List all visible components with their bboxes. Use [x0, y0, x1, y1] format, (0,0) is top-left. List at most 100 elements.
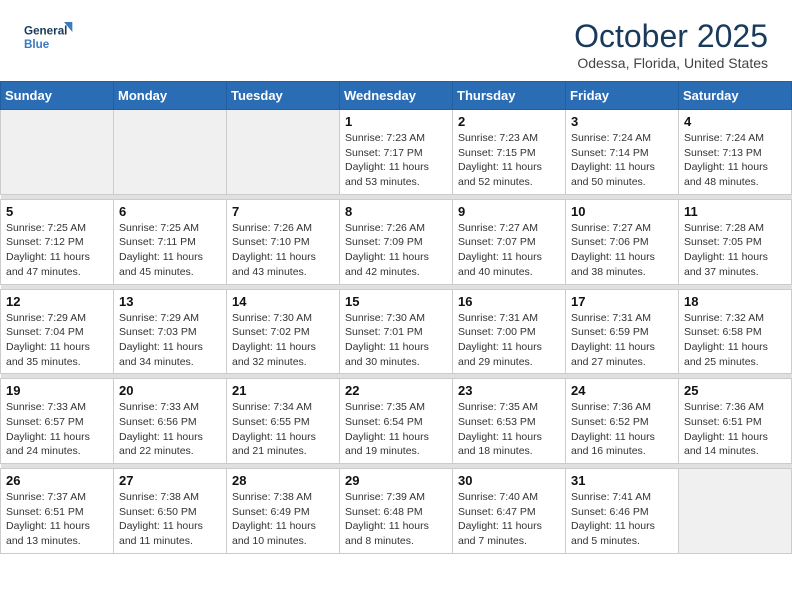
day-number: 9: [458, 204, 560, 219]
day-info: Sunrise: 7:25 AM Sunset: 7:12 PM Dayligh…: [6, 221, 108, 280]
week-row-4: 19 Sunrise: 7:33 AM Sunset: 6:57 PM Dayli…: [1, 379, 792, 464]
day-cell-10: 10 Sunrise: 7:27 AM Sunset: 7:06 PM Dayli…: [566, 199, 679, 284]
day-info: Sunrise: 7:27 AM Sunset: 7:06 PM Dayligh…: [571, 221, 673, 280]
day-cell-18: 18Sunrise: 7:32 AM Sunset: 6:58 PM Dayli…: [679, 289, 792, 374]
day-cell-21: 21Sunrise: 7:34 AM Sunset: 6:55 PM Dayli…: [227, 379, 340, 464]
day-info: Sunrise: 7:35 AM Sunset: 6:53 PM Dayligh…: [458, 400, 560, 459]
day-cell-9: 9 Sunrise: 7:27 AM Sunset: 7:07 PM Daylig…: [453, 199, 566, 284]
day-cell-20: 20 Sunrise: 7:33 AM Sunset: 6:56 PM Dayli…: [114, 379, 227, 464]
day-number: 16: [458, 294, 560, 309]
day-info: Sunrise: 7:24 AM Sunset: 7:14 PM Dayligh…: [571, 131, 673, 190]
empty-cell: [679, 469, 792, 554]
svg-text:General: General: [24, 25, 67, 38]
day-info: Sunrise: 7:23 AM Sunset: 7:17 PM Dayligh…: [345, 131, 447, 190]
day-number: 17: [571, 294, 673, 309]
day-number: 6: [119, 204, 221, 219]
header: General Blue October 2025 Odessa, Florid…: [0, 0, 792, 81]
location: Odessa, Florida, United States: [574, 55, 768, 71]
weekday-header-sunday: Sunday: [1, 82, 114, 110]
weekday-header-friday: Friday: [566, 82, 679, 110]
day-info: Sunrise: 7:40 AM Sunset: 6:47 PM Dayligh…: [458, 490, 560, 549]
day-number: 4: [684, 114, 786, 129]
day-number: 10: [571, 204, 673, 219]
weekday-header-monday: Monday: [114, 82, 227, 110]
day-info: Sunrise: 7:41 AM Sunset: 6:46 PM Dayligh…: [571, 490, 673, 549]
day-info: Sunrise: 7:33 AM Sunset: 6:56 PM Dayligh…: [119, 400, 221, 459]
day-info: Sunrise: 7:30 AM Sunset: 7:01 PM Dayligh…: [345, 311, 447, 370]
day-cell-17: 17 Sunrise: 7:31 AM Sunset: 6:59 PM Dayli…: [566, 289, 679, 374]
day-number: 3: [571, 114, 673, 129]
day-number: 11: [684, 204, 786, 219]
day-info: Sunrise: 7:29 AM Sunset: 7:04 PM Dayligh…: [6, 311, 108, 370]
weekday-header-row: SundayMondayTuesdayWednesdayThursdayFrid…: [1, 82, 792, 110]
month-title: October 2025: [574, 18, 768, 55]
weekday-header-thursday: Thursday: [453, 82, 566, 110]
svg-text:Blue: Blue: [24, 38, 50, 51]
day-number: 1: [345, 114, 447, 129]
day-number: 28: [232, 473, 334, 488]
day-number: 20: [119, 383, 221, 398]
week-row-5: 26 Sunrise: 7:37 AM Sunset: 6:51 PM Dayli…: [1, 469, 792, 554]
day-cell-14: 14 Sunrise: 7:30 AM Sunset: 7:02 PM Dayli…: [227, 289, 340, 374]
day-number: 14: [232, 294, 334, 309]
weekday-header-tuesday: Tuesday: [227, 82, 340, 110]
day-info: Sunrise: 7:30 AM Sunset: 7:02 PM Dayligh…: [232, 311, 334, 370]
title-block: October 2025 Odessa, Florida, United Sta…: [574, 18, 768, 71]
day-cell-22: 22 Sunrise: 7:35 AM Sunset: 6:54 PM Dayli…: [340, 379, 453, 464]
day-cell-26: 26 Sunrise: 7:37 AM Sunset: 6:51 PM Dayli…: [1, 469, 114, 554]
day-info: Sunrise: 7:37 AM Sunset: 6:51 PM Dayligh…: [6, 490, 108, 549]
day-number: 22: [345, 383, 447, 398]
day-info: Sunrise: 7:39 AM Sunset: 6:48 PM Dayligh…: [345, 490, 447, 549]
day-info: Sunrise: 7:25 AM Sunset: 7:11 PM Dayligh…: [119, 221, 221, 280]
day-info: Sunrise: 7:38 AM Sunset: 6:50 PM Dayligh…: [119, 490, 221, 549]
day-info: Sunrise: 7:31 AM Sunset: 7:00 PM Dayligh…: [458, 311, 560, 370]
day-info: Sunrise: 7:28 AM Sunset: 7:05 PM Dayligh…: [684, 221, 786, 280]
day-info: Sunrise: 7:33 AM Sunset: 6:57 PM Dayligh…: [6, 400, 108, 459]
weekday-header-saturday: Saturday: [679, 82, 792, 110]
day-cell-28: 28 Sunrise: 7:38 AM Sunset: 6:49 PM Dayli…: [227, 469, 340, 554]
day-number: 18: [684, 294, 786, 309]
week-row-1: 1 Sunrise: 7:23 AM Sunset: 7:17 PM Daylig…: [1, 110, 792, 195]
day-info: Sunrise: 7:38 AM Sunset: 6:49 PM Dayligh…: [232, 490, 334, 549]
day-cell-6: 6 Sunrise: 7:25 AM Sunset: 7:11 PM Daylig…: [114, 199, 227, 284]
day-cell-11: 11 Sunrise: 7:28 AM Sunset: 7:05 PM Dayli…: [679, 199, 792, 284]
logo-svg: General Blue: [24, 18, 74, 56]
day-number: 13: [119, 294, 221, 309]
day-number: 19: [6, 383, 108, 398]
day-cell-2: 2Sunrise: 7:23 AM Sunset: 7:15 PM Daylig…: [453, 110, 566, 195]
day-number: 15: [345, 294, 447, 309]
day-number: 29: [345, 473, 447, 488]
day-cell-3: 3 Sunrise: 7:24 AM Sunset: 7:14 PM Daylig…: [566, 110, 679, 195]
empty-cell: [1, 110, 114, 195]
day-info: Sunrise: 7:34 AM Sunset: 6:55 PM Dayligh…: [232, 400, 334, 459]
day-cell-1: 1 Sunrise: 7:23 AM Sunset: 7:17 PM Daylig…: [340, 110, 453, 195]
weekday-header-wednesday: Wednesday: [340, 82, 453, 110]
day-cell-31: 31 Sunrise: 7:41 AM Sunset: 6:46 PM Dayli…: [566, 469, 679, 554]
day-info: Sunrise: 7:26 AM Sunset: 7:09 PM Dayligh…: [345, 221, 447, 280]
day-cell-8: 8 Sunrise: 7:26 AM Sunset: 7:09 PM Daylig…: [340, 199, 453, 284]
day-info: Sunrise: 7:31 AM Sunset: 6:59 PM Dayligh…: [571, 311, 673, 370]
day-info: Sunrise: 7:26 AM Sunset: 7:10 PM Dayligh…: [232, 221, 334, 280]
day-cell-27: 27Sunrise: 7:38 AM Sunset: 6:50 PM Dayli…: [114, 469, 227, 554]
week-row-2: 5 Sunrise: 7:25 AM Sunset: 7:12 PM Daylig…: [1, 199, 792, 284]
day-cell-23: 23Sunrise: 7:35 AM Sunset: 6:53 PM Dayli…: [453, 379, 566, 464]
day-cell-7: 7 Sunrise: 7:26 AM Sunset: 7:10 PM Daylig…: [227, 199, 340, 284]
day-number: 26: [6, 473, 108, 488]
day-cell-5: 5 Sunrise: 7:25 AM Sunset: 7:12 PM Daylig…: [1, 199, 114, 284]
empty-cell: [227, 110, 340, 195]
day-info: Sunrise: 7:35 AM Sunset: 6:54 PM Dayligh…: [345, 400, 447, 459]
day-number: 25: [684, 383, 786, 398]
day-info: Sunrise: 7:27 AM Sunset: 7:07 PM Dayligh…: [458, 221, 560, 280]
day-cell-15: 15 Sunrise: 7:30 AM Sunset: 7:01 PM Dayli…: [340, 289, 453, 374]
day-number: 12: [6, 294, 108, 309]
logo: General Blue: [24, 18, 74, 56]
empty-cell: [114, 110, 227, 195]
day-number: 7: [232, 204, 334, 219]
day-info: Sunrise: 7:24 AM Sunset: 7:13 PM Dayligh…: [684, 131, 786, 190]
day-info: Sunrise: 7:36 AM Sunset: 6:51 PM Dayligh…: [684, 400, 786, 459]
day-number: 31: [571, 473, 673, 488]
calendar: SundayMondayTuesdayWednesdayThursdayFrid…: [0, 81, 792, 554]
day-number: 8: [345, 204, 447, 219]
day-number: 5: [6, 204, 108, 219]
day-number: 30: [458, 473, 560, 488]
